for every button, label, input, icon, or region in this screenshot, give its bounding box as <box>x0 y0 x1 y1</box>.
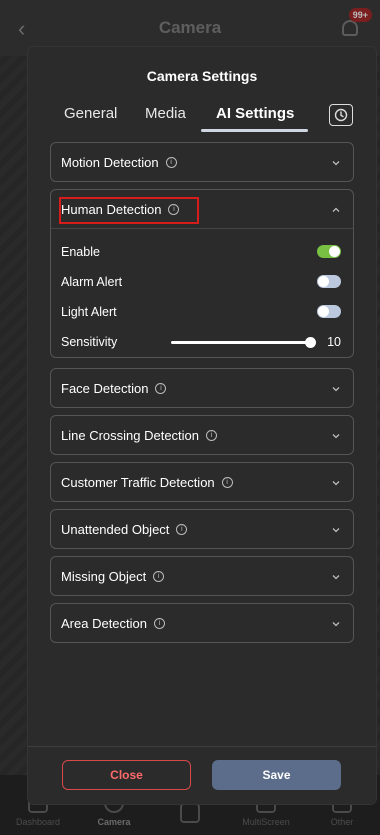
sensitivity-row: Sensitivity 10 <box>61 327 343 357</box>
modal-footer: Close Save <box>28 746 376 804</box>
section-header[interactable]: Motion Detection i <box>51 143 353 181</box>
light-alert-row: Light Alert <box>61 297 343 327</box>
light-alert-toggle[interactable] <box>317 305 341 318</box>
section-area-detection: Area Detection i <box>50 603 354 643</box>
section-header[interactable]: Unattended Object i <box>51 510 353 548</box>
section-header[interactable]: Line Crossing Detection i <box>51 416 353 454</box>
section-header[interactable]: Area Detection i <box>51 604 353 642</box>
notification-badge: 99+ <box>348 8 372 22</box>
section-title: Human Detection <box>61 201 162 217</box>
section-line-crossing-detection: Line Crossing Detection i <box>50 415 354 455</box>
info-icon[interactable]: i <box>168 203 180 215</box>
tab-media[interactable]: Media <box>145 105 186 122</box>
section-title: Unattended Object <box>61 521 170 537</box>
settings-tabs: General Media AI Settings <box>28 104 376 137</box>
info-icon[interactable]: i <box>153 570 165 582</box>
section-title: Area Detection <box>61 615 147 631</box>
tab-ai-settings[interactable]: AI Settings <box>216 105 294 122</box>
section-title: Customer Traffic Detection <box>61 474 215 490</box>
app-title: Camera <box>158 18 222 37</box>
tab-general[interactable]: General <box>64 105 117 122</box>
section-face-detection: Face Detection i <box>50 368 354 408</box>
chevron-down-icon <box>331 616 341 627</box>
info-icon[interactable]: i <box>221 476 233 488</box>
chevron-down-icon <box>331 428 341 439</box>
chevron-down-icon <box>331 569 341 580</box>
alarm-alert-row: Alarm Alert <box>61 267 343 297</box>
sensitivity-value: 10 <box>327 335 341 349</box>
light-alert-label: Light Alert <box>61 305 117 319</box>
info-icon[interactable]: i <box>206 429 218 441</box>
nav-center[interactable] <box>155 803 225 827</box>
info-icon[interactable]: i <box>155 382 167 394</box>
enable-row: Enable <box>61 237 343 267</box>
alarm-alert-label: Alarm Alert <box>61 275 123 289</box>
camera-settings-modal: Camera Settings General Media AI Setting… <box>28 47 376 804</box>
info-icon[interactable]: i <box>165 156 177 168</box>
section-header[interactable]: Customer Traffic Detection i <box>51 463 353 501</box>
slider-thumb[interactable] <box>305 337 316 348</box>
chevron-down-icon <box>331 475 341 486</box>
save-button[interactable]: Save <box>212 760 341 790</box>
section-title: Motion Detection <box>61 154 159 170</box>
section-human-detection: Human Detection i Enable Alarm Alert Lig… <box>50 189 354 358</box>
section-customer-traffic-detection: Customer Traffic Detection i <box>50 462 354 502</box>
section-header[interactable]: Missing Object i <box>51 557 353 595</box>
chevron-down-icon <box>331 522 341 533</box>
section-header[interactable]: Human Detection i <box>51 190 353 228</box>
human-detection-body: Enable Alarm Alert Light Alert Sensitivi… <box>51 228 353 357</box>
section-title: Line Crossing Detection <box>61 427 200 443</box>
section-missing-object: Missing Object i <box>50 556 354 596</box>
chevron-down-icon <box>331 155 341 166</box>
active-tab-indicator <box>201 129 308 132</box>
section-header[interactable]: Face Detection i <box>51 369 353 407</box>
info-icon[interactable]: i <box>176 523 188 535</box>
section-motion-detection: Motion Detection i <box>50 142 354 182</box>
sensitivity-slider[interactable] <box>171 337 316 348</box>
info-icon[interactable]: i <box>154 617 165 629</box>
bell-icon[interactable] <box>342 20 358 36</box>
alarm-alert-toggle[interactable] <box>317 275 341 288</box>
chevron-up-icon <box>331 202 341 212</box>
enable-toggle[interactable] <box>317 245 341 258</box>
close-button[interactable]: Close <box>62 760 191 790</box>
enable-label: Enable <box>61 245 100 259</box>
history-button[interactable] <box>329 104 353 126</box>
back-arrow-icon[interactable]: ‹ <box>18 16 25 42</box>
history-clock-icon <box>334 108 348 122</box>
section-unattended-object: Unattended Object i <box>50 509 354 549</box>
sensitivity-label: Sensitivity <box>61 335 118 349</box>
section-title: Missing Object <box>61 568 147 584</box>
section-title: Face Detection <box>61 380 149 396</box>
center-logo-icon <box>180 803 200 823</box>
modal-title: Camera Settings <box>146 68 258 84</box>
chevron-down-icon <box>331 381 341 392</box>
